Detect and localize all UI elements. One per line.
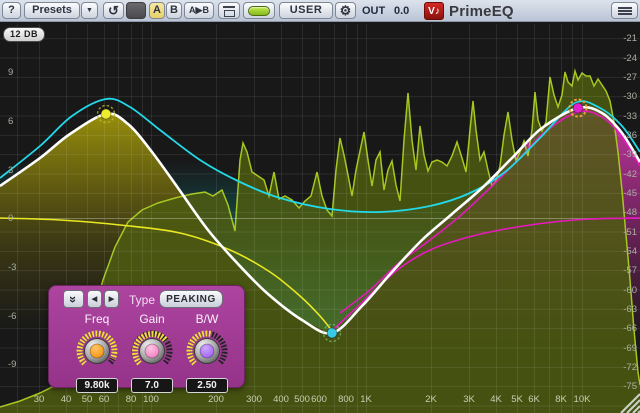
db-range-badge[interactable]: 12 DB xyxy=(3,27,45,42)
knob-cap xyxy=(90,344,104,358)
db-right-label: -42 xyxy=(623,169,637,180)
double-chevron-icon: » xyxy=(66,295,81,302)
redo-button[interactable] xyxy=(126,2,146,19)
cyan-band-dot[interactable] xyxy=(327,328,337,338)
db-left-label: 0 xyxy=(8,213,13,224)
yellow-band-dot[interactable] xyxy=(101,109,111,119)
freq-label: 80 xyxy=(126,394,137,405)
ab-b-button[interactable]: B xyxy=(166,2,182,19)
presets-button[interactable]: Presets xyxy=(24,2,80,19)
bw-knob[interactable] xyxy=(184,328,230,374)
db-right-label: -27 xyxy=(623,72,637,83)
presets-caret-button[interactable]: ▼ xyxy=(81,2,98,19)
out-value[interactable]: 0.0 xyxy=(394,5,409,17)
freq-label: 50 xyxy=(82,394,93,405)
freq-label: 100 xyxy=(143,394,159,405)
gear-icon: ⚙ xyxy=(340,4,352,17)
db-left-label: 3 xyxy=(8,165,13,176)
freq-label: 60 xyxy=(99,394,110,405)
knob-label: Gain xyxy=(127,312,177,326)
freq-label: 5K xyxy=(511,394,523,405)
plugin-title: PrimeEQ xyxy=(449,3,514,20)
settings-button[interactable]: ⚙ xyxy=(335,2,356,19)
db-right-label: -21 xyxy=(623,33,637,44)
knob-value[interactable]: 7.0 xyxy=(131,378,173,393)
db-right-label: -30 xyxy=(623,91,637,102)
db-left-label: -3 xyxy=(8,262,16,273)
db-right-label: -72 xyxy=(623,362,637,373)
led-icon xyxy=(248,6,270,16)
db-left-label: 9 xyxy=(8,67,13,78)
freq-label: 8K xyxy=(555,394,567,405)
db-right-label: -57 xyxy=(623,265,637,276)
type-label: Type xyxy=(129,293,155,307)
db-right-label: -51 xyxy=(623,227,637,238)
freq-label: 500 xyxy=(294,394,310,405)
ab-a-button[interactable]: A xyxy=(149,2,165,19)
voxengo-logo: V♪ xyxy=(424,2,444,20)
db-right-label: -24 xyxy=(623,53,637,64)
db-right-label: -39 xyxy=(623,149,637,160)
freq-label: 6K xyxy=(528,394,540,405)
next-band-button[interactable]: ▶ xyxy=(104,290,119,308)
filter-type-button[interactable]: PEAKING xyxy=(159,290,223,308)
knob-group-bw: B/W 2.50 xyxy=(182,312,232,393)
freq-knob[interactable] xyxy=(74,328,120,374)
menu-button[interactable] xyxy=(611,2,638,19)
freq-label: 200 xyxy=(208,394,224,405)
knob-value[interactable]: 2.50 xyxy=(186,378,228,393)
hamburger-icon xyxy=(618,6,632,16)
knob-cap xyxy=(200,344,214,358)
freq-label: 300 xyxy=(246,394,262,405)
db-right-label: -36 xyxy=(623,130,637,141)
db-right-label: -54 xyxy=(623,246,637,257)
db-left-label: 6 xyxy=(8,116,13,127)
magenta-band-dot[interactable] xyxy=(573,103,583,113)
knob-cap xyxy=(145,344,159,358)
db-left-label: -6 xyxy=(8,311,16,322)
freq-label: 600 xyxy=(311,394,327,405)
freq-label: 800 xyxy=(338,394,354,405)
knob-group-freq: Freq 9.80k xyxy=(72,312,122,393)
band-control-panel: » ◀ ▶ Type PEAKING Freq9.80kGain7.0B/W2.… xyxy=(48,285,245,388)
freq-label: 40 xyxy=(61,394,72,405)
db-right-label: -60 xyxy=(623,285,637,296)
prev-band-button[interactable]: ◀ xyxy=(87,290,102,308)
undo-button[interactable]: ↺ xyxy=(103,2,124,19)
db-right-label: -45 xyxy=(623,188,637,199)
db-right-label: -75 xyxy=(623,381,637,392)
freq-label: 400 xyxy=(273,394,289,405)
freq-label: 3K xyxy=(463,394,475,405)
db-right-label: -33 xyxy=(623,111,637,122)
window-icon xyxy=(223,6,235,16)
db-right-label: -48 xyxy=(623,207,637,218)
knob-group-gain: Gain 7.0 xyxy=(127,312,177,393)
toolbar: ? Presets ▼ ↺ A B A▶B USER ⚙ OUT 0.0 V♪ … xyxy=(0,0,640,22)
db-left-label: -9 xyxy=(8,359,16,370)
plugin-window: 9630-3-6-9-21-24-27-30-33-36-39-42-45-48… xyxy=(0,0,640,413)
user-mode-button[interactable]: USER xyxy=(279,2,333,19)
help-button[interactable]: ? xyxy=(2,2,21,19)
freq-label: 2K xyxy=(425,394,437,405)
bypass-led-button[interactable] xyxy=(243,2,275,19)
db-right-label: -66 xyxy=(623,323,637,334)
freq-label: 30 xyxy=(34,394,45,405)
a-to-b-button[interactable]: A▶B xyxy=(184,2,214,19)
db-right-label: -69 xyxy=(623,343,637,354)
knob-label: B/W xyxy=(182,312,232,326)
freq-label: 4K xyxy=(490,394,502,405)
out-label: OUT xyxy=(362,5,385,17)
routing-button[interactable] xyxy=(218,2,240,19)
freq-label: 10K xyxy=(574,394,592,405)
collapse-panel-button[interactable]: » xyxy=(63,290,84,308)
knob-label: Freq xyxy=(72,312,122,326)
knob-value[interactable]: 9.80k xyxy=(76,378,118,393)
gain-knob[interactable] xyxy=(129,328,175,374)
db-right-label: -63 xyxy=(623,304,637,315)
freq-label: 1K xyxy=(360,394,372,405)
